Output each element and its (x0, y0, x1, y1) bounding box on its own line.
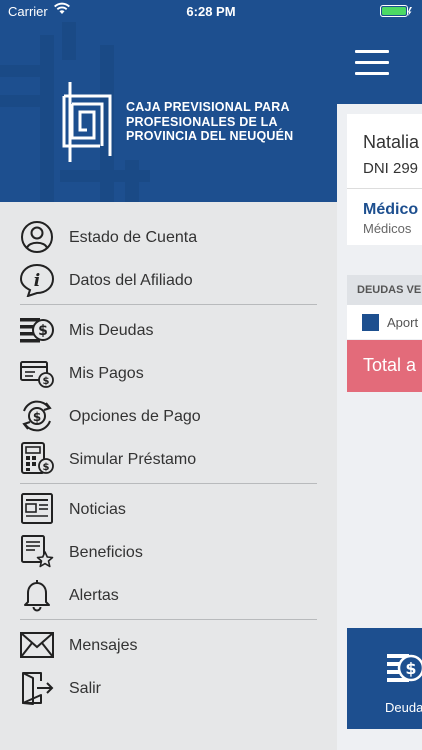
money-stack-icon: $ (20, 318, 54, 343)
menu-label: Mis Pagos (69, 365, 144, 382)
envelope-icon (20, 632, 54, 658)
menu-item-simular-prestamo[interactable]: $ Simular Préstamo (0, 437, 337, 480)
debts-section-header: DEUDAS VE (347, 275, 422, 305)
debts-shortcut-button[interactable]: $ Deuda (347, 628, 422, 729)
total-banner: Total a (347, 340, 422, 392)
money-stack-icon: $ (387, 654, 422, 682)
menu-label: Datos del Afiliado (69, 272, 193, 289)
menu-label: Beneficios (69, 544, 143, 561)
svg-text:$: $ (405, 659, 416, 678)
category-card: Médico Médicos (347, 188, 422, 245)
hamburger-menu-button[interactable] (355, 50, 389, 76)
affiliate-category-sub: Médicos (363, 221, 412, 236)
menu-item-mis-deudas[interactable]: $ Mis Deudas (0, 308, 337, 351)
total-label: Total a (363, 355, 417, 375)
menu-item-alertas[interactable]: Alertas (0, 573, 337, 616)
debts-legend: Aport (347, 305, 422, 339)
svg-text:$: $ (43, 376, 50, 387)
affiliate-name: Natalia (363, 132, 420, 152)
main-content: Natalia DNI 299 Médico Médicos DEUDAS VE… (337, 0, 422, 750)
legend-swatch (362, 314, 379, 331)
menu-item-opciones-pago[interactable]: $ Opciones de Pago (0, 394, 337, 437)
coin-refresh-icon: $ (22, 400, 52, 432)
logout-door-icon (22, 672, 54, 705)
menu-item-salir[interactable]: Salir (0, 666, 337, 709)
battery-icon (380, 5, 412, 17)
menu-label: Alertas (69, 587, 119, 604)
menu-item-noticias[interactable]: Noticias (0, 487, 337, 530)
caja-logo (62, 82, 112, 162)
menu-label: Salir (69, 680, 102, 697)
legend-label: Aport (387, 315, 419, 330)
debts-section-title: DEUDAS VE (357, 284, 422, 296)
menu-item-beneficios[interactable]: Beneficios (0, 530, 337, 573)
affiliate-card: Natalia DNI 299 (347, 114, 422, 188)
menu-label: Simular Préstamo (69, 451, 197, 468)
menu-item-estado-cuenta[interactable]: Estado de Cuenta (0, 215, 337, 258)
user-circle-icon (21, 221, 53, 253)
bill-icon: $ (20, 361, 54, 388)
status-bar: Carrier 6:28 PM (0, 0, 422, 22)
affiliate-category: Médico (363, 201, 419, 218)
menu-divider (20, 483, 317, 484)
drawer-header: CAJA PREVISIONAL PARA PROFESIONALES DE L… (0, 0, 337, 202)
drawer-menu: Estado de Cuenta i Datos del Afiliado $ … (0, 215, 337, 709)
organization-name: CAJA PREVISIONAL PARA PROFESIONALES DE L… (126, 100, 294, 143)
svg-text:$: $ (38, 323, 48, 339)
menu-label: Opciones de Pago (69, 408, 201, 425)
menu-label: Mis Deudas (69, 322, 154, 339)
menu-divider (20, 304, 317, 305)
svg-text:$: $ (33, 410, 41, 424)
menu-label: Mensajes (69, 637, 138, 654)
newspaper-icon (21, 493, 53, 524)
calculator-icon: $ (21, 442, 54, 474)
menu-label: Noticias (69, 501, 126, 518)
menu-label: Estado de Cuenta (69, 229, 198, 246)
status-time: 6:28 PM (186, 4, 236, 19)
menu-item-mensajes[interactable]: Mensajes (0, 623, 337, 666)
menu-divider (20, 619, 317, 620)
menu-item-datos-afiliado[interactable]: i Datos del Afiliado (0, 258, 337, 301)
svg-text:i: i (34, 271, 40, 291)
debts-shortcut-label: Deuda (385, 700, 422, 715)
bell-icon (24, 580, 50, 612)
svg-text:$: $ (43, 462, 50, 473)
document-star-icon (21, 535, 54, 568)
side-drawer: CAJA PREVISIONAL PARA PROFESIONALES DE L… (0, 0, 337, 750)
info-icon: i (19, 263, 55, 297)
menu-item-mis-pagos[interactable]: $ Mis Pagos (0, 351, 337, 394)
affiliate-dni: DNI 299 (363, 160, 419, 177)
